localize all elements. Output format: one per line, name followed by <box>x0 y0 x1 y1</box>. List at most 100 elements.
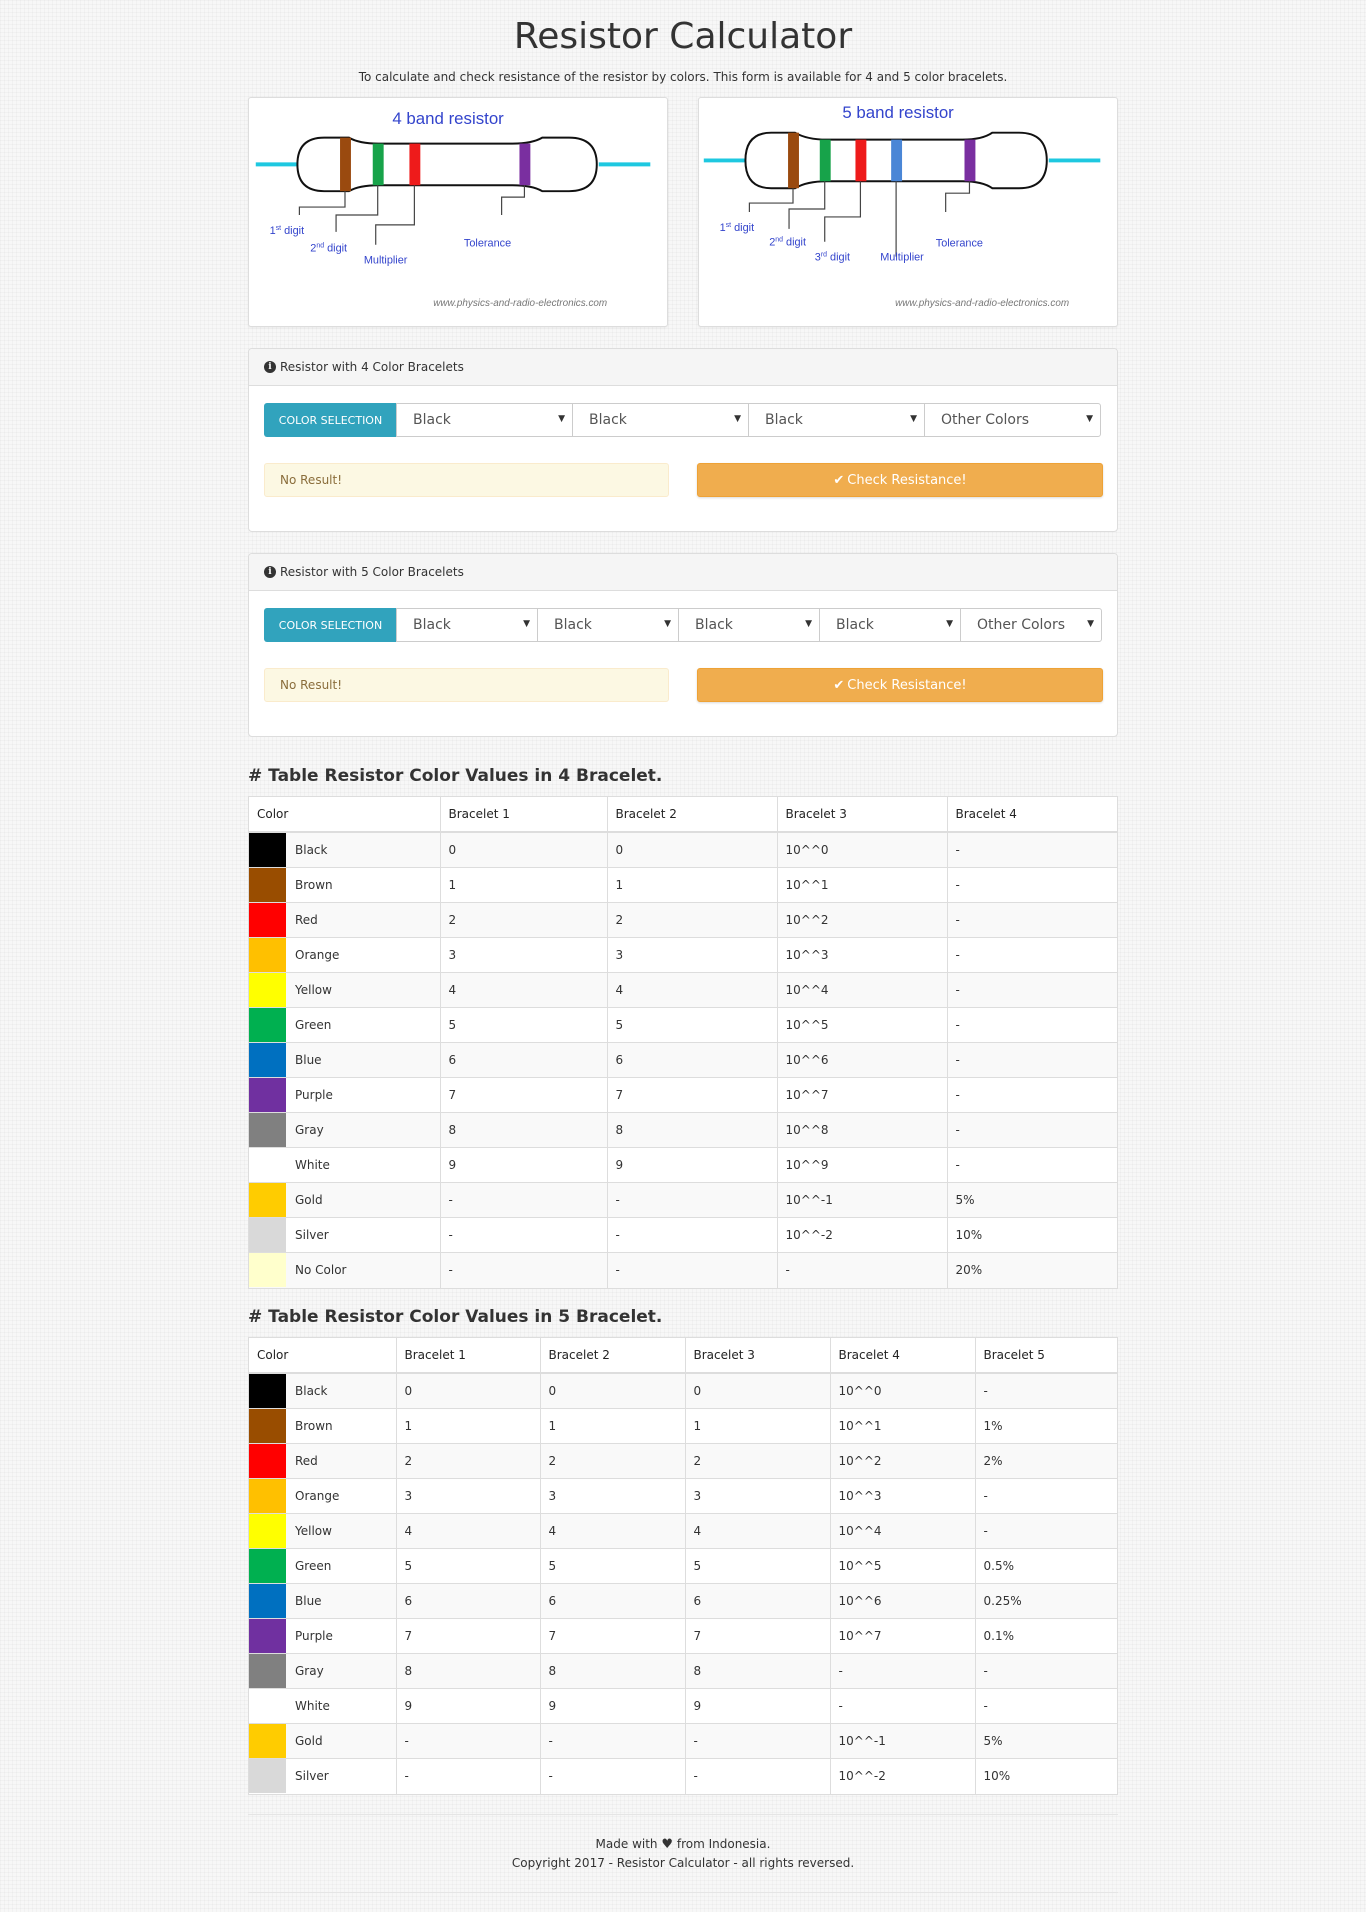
color-cell: Yellow <box>249 972 441 1008</box>
color-name: Brown <box>295 1419 333 1433</box>
panel-heading: i Resistor with 5 Color Bracelets <box>249 554 1117 591</box>
color-name: Gray <box>295 1123 324 1137</box>
color-swatch <box>249 1514 286 1548</box>
tolerance-select[interactable]: Other Colors ▼ <box>924 403 1101 437</box>
table-cell: - <box>607 1182 778 1218</box>
column-header: Bracelet 3 <box>685 1338 831 1374</box>
table-cell: 0 <box>607 831 778 868</box>
table-cell: 0.5% <box>975 1548 1117 1584</box>
check-resistance-button[interactable]: ✔ Check Resistance! <box>697 668 1103 702</box>
color-name: Orange <box>295 1489 340 1503</box>
five-band-calculator-panel: i Resistor with 5 Color Bracelets COLOR … <box>248 553 1118 737</box>
table-cell: 10^^-2 <box>777 1217 948 1253</box>
table-cell: 8 <box>396 1653 541 1689</box>
table-cell: 6 <box>685 1583 831 1619</box>
table-cell: 0 <box>396 1372 541 1409</box>
color-name: White <box>295 1158 330 1172</box>
color-swatch <box>249 868 286 902</box>
caret-down-icon: ▼ <box>734 414 741 424</box>
color-selection-group: COLOR SELECTION Black ▼ Black ▼ Black ▼ Oth… <box>264 403 1101 437</box>
color-swatch <box>249 1619 286 1653</box>
column-header: Bracelet 1 <box>396 1338 541 1374</box>
label-tolerance: Tolerance <box>464 238 511 250</box>
color-values-table: Color Bracelet 1 Bracelet 2 Bracelet 3 Brace… <box>249 797 1117 1288</box>
table-cell: 0.25% <box>975 1583 1117 1619</box>
table-cell: 2 <box>607 902 778 938</box>
color-cell: Blue <box>249 1042 441 1078</box>
table-cell: - <box>777 1252 948 1288</box>
column-header: Bracelet 3 <box>777 797 948 833</box>
table-cell: - <box>540 1758 686 1794</box>
color-name: White <box>295 1699 330 1713</box>
band-3-select[interactable]: Black ▼ <box>678 608 820 642</box>
pointer-lines <box>298 185 526 245</box>
table-row: Blue 6 6 6 10^^6 0.25% <box>249 1583 1117 1619</box>
color-swatch <box>249 903 286 937</box>
table-cell: - <box>607 1217 778 1253</box>
color-name: Green <box>295 1018 332 1032</box>
table-cell: 3 <box>396 1478 541 1514</box>
table-cell: 1% <box>975 1408 1117 1444</box>
table-cell: 1 <box>396 1408 541 1444</box>
color-name: Blue <box>295 1594 322 1608</box>
table-cell: - <box>607 1252 778 1288</box>
table-cell: - <box>975 1513 1117 1549</box>
table-cell: 7 <box>540 1618 686 1654</box>
color-name: Purple <box>295 1629 333 1643</box>
band-2-select[interactable]: Black ▼ <box>572 403 749 437</box>
table-cell: - <box>947 972 1117 1008</box>
table-cell: 2 <box>440 902 608 938</box>
color-cell: Red <box>249 1443 397 1479</box>
band-4-select[interactable]: Black ▼ <box>819 608 961 642</box>
band-1-select[interactable]: Black ▼ <box>396 608 538 642</box>
table-5-title: # Table Resistor Color Values in 5 Brace… <box>248 1307 663 1327</box>
band-3-select[interactable]: Black ▼ <box>748 403 925 437</box>
result-alert: No Result! <box>264 668 669 702</box>
band-4 <box>891 139 903 182</box>
table-cell: - <box>830 1653 976 1689</box>
column-header: Color <box>249 1338 397 1374</box>
table-cell: 4 <box>540 1513 686 1549</box>
table-cell: - <box>975 1478 1117 1514</box>
caret-down-icon: ▼ <box>523 619 530 629</box>
color-cell: Gray <box>249 1112 441 1148</box>
table-cell: 1 <box>607 867 778 903</box>
band-2 <box>372 143 384 186</box>
color-cell: Black <box>249 1372 397 1409</box>
caret-down-icon: ▼ <box>910 414 917 424</box>
table-cell: 9 <box>440 1147 608 1183</box>
table-cell: 5 <box>540 1548 686 1584</box>
band-1-select[interactable]: Black ▼ <box>396 403 573 437</box>
color-cell: Gray <box>249 1653 397 1689</box>
table-cell: 3 <box>607 937 778 973</box>
table-cell: 1 <box>540 1408 686 1444</box>
table-cell: 3 <box>440 937 608 973</box>
color-swatch <box>249 1148 286 1182</box>
table-cell: 10^^0 <box>777 831 948 868</box>
footer-made-with: Made with ♥ from Indonesia. <box>595 1837 771 1852</box>
color-name: Red <box>295 913 318 927</box>
table-cell: 0 <box>440 831 608 868</box>
caret-down-icon: ▼ <box>946 619 953 629</box>
table-cell: 7 <box>607 1077 778 1113</box>
color-name: Blue <box>295 1053 322 1067</box>
table-cell: 10^^4 <box>777 972 948 1008</box>
table-cell: 2% <box>975 1443 1117 1479</box>
table-cell: - <box>947 1007 1117 1043</box>
color-swatch <box>249 1183 286 1217</box>
label-third-digit: 3rd digit <box>815 252 850 264</box>
table-row: Gold - - -10^^-1 5% <box>249 1723 1117 1759</box>
four-band-diagram: 4 band resistor 1st digit 2nd digit Mult… <box>248 97 668 327</box>
band-2-select[interactable]: Black ▼ <box>537 608 679 642</box>
check-resistance-button[interactable]: ✔ Check Resistance! <box>697 463 1103 497</box>
table-cell: - <box>540 1723 686 1759</box>
column-header: Color <box>249 797 441 833</box>
table-cell: - <box>947 937 1117 973</box>
color-cell: Blue <box>249 1583 397 1619</box>
table-cell: 10^^-1 <box>830 1723 976 1759</box>
color-swatch <box>249 1008 286 1042</box>
color-swatch <box>249 973 286 1007</box>
table-cell: 10% <box>947 1217 1117 1253</box>
tolerance-select[interactable]: Other Colors ▼ <box>960 608 1102 642</box>
label-first-digit: 1st digit <box>270 225 304 237</box>
